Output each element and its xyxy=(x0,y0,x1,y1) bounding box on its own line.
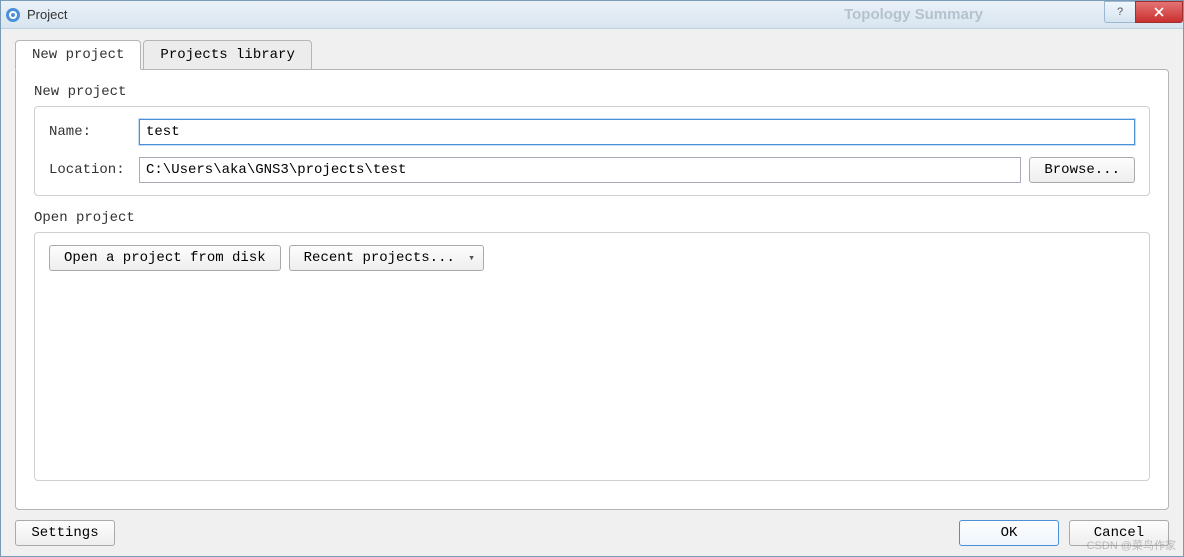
tab-body: New project Name: Location: Browse... Op… xyxy=(15,69,1169,510)
new-project-group: Name: Location: Browse... xyxy=(34,106,1150,196)
footer: Settings OK Cancel xyxy=(15,520,1169,546)
close-button[interactable] xyxy=(1135,1,1183,23)
app-icon xyxy=(5,7,21,23)
window-controls: ? xyxy=(1105,1,1183,23)
tab-projects-library[interactable]: Projects library xyxy=(143,40,311,70)
name-label: Name: xyxy=(49,124,139,140)
open-project-group: Open a project from disk Recent projects… xyxy=(34,232,1150,481)
recent-projects-button[interactable]: Recent projects... xyxy=(289,245,484,271)
cancel-button[interactable]: Cancel xyxy=(1069,520,1169,546)
name-row: Name: xyxy=(49,119,1135,145)
location-input[interactable] xyxy=(139,157,1021,183)
name-input[interactable] xyxy=(139,119,1135,145)
window-title: Project xyxy=(27,7,67,22)
tab-container: New project Projects library New project… xyxy=(15,39,1169,510)
open-buttons-row: Open a project from disk Recent projects… xyxy=(49,245,1135,271)
project-dialog: Project Topology Summary ? New project P… xyxy=(0,0,1184,557)
location-label: Location: xyxy=(49,162,139,178)
titlebar: Project Topology Summary ? xyxy=(1,1,1183,29)
open-from-disk-button[interactable]: Open a project from disk xyxy=(49,245,281,271)
ok-button[interactable]: OK xyxy=(959,520,1059,546)
new-project-legend: New project xyxy=(34,84,1150,100)
browse-button[interactable]: Browse... xyxy=(1029,157,1135,183)
location-row: Location: Browse... xyxy=(49,157,1135,183)
help-button[interactable]: ? xyxy=(1104,1,1136,23)
background-label: Topology Summary xyxy=(844,6,983,23)
open-project-legend: Open project xyxy=(34,210,1150,226)
settings-button[interactable]: Settings xyxy=(15,520,115,546)
tab-strip: New project Projects library xyxy=(15,39,1169,69)
content-area: New project Projects library New project… xyxy=(1,29,1183,556)
tab-new-project[interactable]: New project xyxy=(15,40,141,70)
